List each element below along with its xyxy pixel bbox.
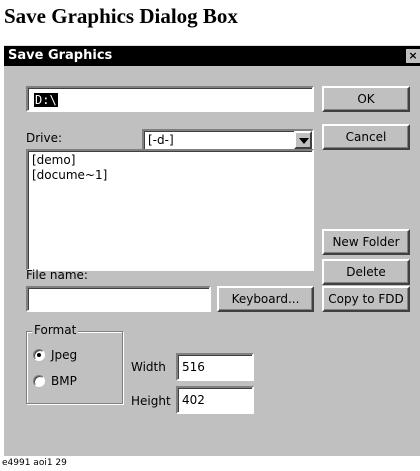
cancel-button[interactable]: Cancel (322, 124, 410, 150)
save-graphics-dialog: Save Graphics × D:\ OK Cancel Drive: [-d… (4, 45, 420, 456)
folder-list[interactable]: [demo] [docume~1] (26, 149, 314, 271)
list-item[interactable]: [demo] (32, 153, 308, 168)
format-groupbox: Format Jpeg BMP (26, 323, 123, 404)
drive-select[interactable]: [-d-] (142, 129, 314, 151)
path-value: D:\ (34, 93, 58, 107)
filename-input[interactable] (26, 286, 211, 312)
width-label: Width (131, 360, 166, 374)
format-option-label: Jpeg (51, 348, 78, 362)
filename-label: File name: (26, 268, 88, 282)
copy-to-fdd-button[interactable]: Copy to FDD (322, 286, 410, 312)
new-folder-button[interactable]: New Folder (322, 229, 410, 255)
format-option-jpeg[interactable]: Jpeg (33, 348, 77, 362)
height-label: Height (131, 394, 171, 408)
page-heading: Save Graphics Dialog Box (4, 4, 238, 28)
drive-value: [-d-] (148, 133, 174, 147)
dialog-title: Save Graphics (8, 48, 113, 63)
ok-button[interactable]: OK (322, 86, 410, 112)
delete-button[interactable]: Delete (322, 259, 410, 285)
format-option-label: BMP (51, 374, 77, 388)
keyboard-button[interactable]: Keyboard... (217, 286, 314, 312)
close-icon[interactable]: × (406, 49, 420, 63)
list-item[interactable]: [docume~1] (32, 168, 308, 183)
radio-unselected-icon[interactable] (33, 375, 45, 387)
figure-caption: e4991 aoi1 29 (2, 458, 67, 468)
format-group-title: Format (32, 323, 79, 337)
width-input[interactable]: 516 (176, 353, 254, 381)
drive-label: Drive: (26, 131, 63, 145)
dialog-titlebar: Save Graphics × (4, 46, 420, 66)
chevron-down-icon[interactable] (294, 131, 312, 149)
path-input[interactable]: D:\ (26, 86, 314, 112)
height-input[interactable]: 402 (176, 386, 254, 414)
radio-selected-icon[interactable] (33, 349, 45, 361)
format-option-bmp[interactable]: BMP (33, 374, 77, 388)
